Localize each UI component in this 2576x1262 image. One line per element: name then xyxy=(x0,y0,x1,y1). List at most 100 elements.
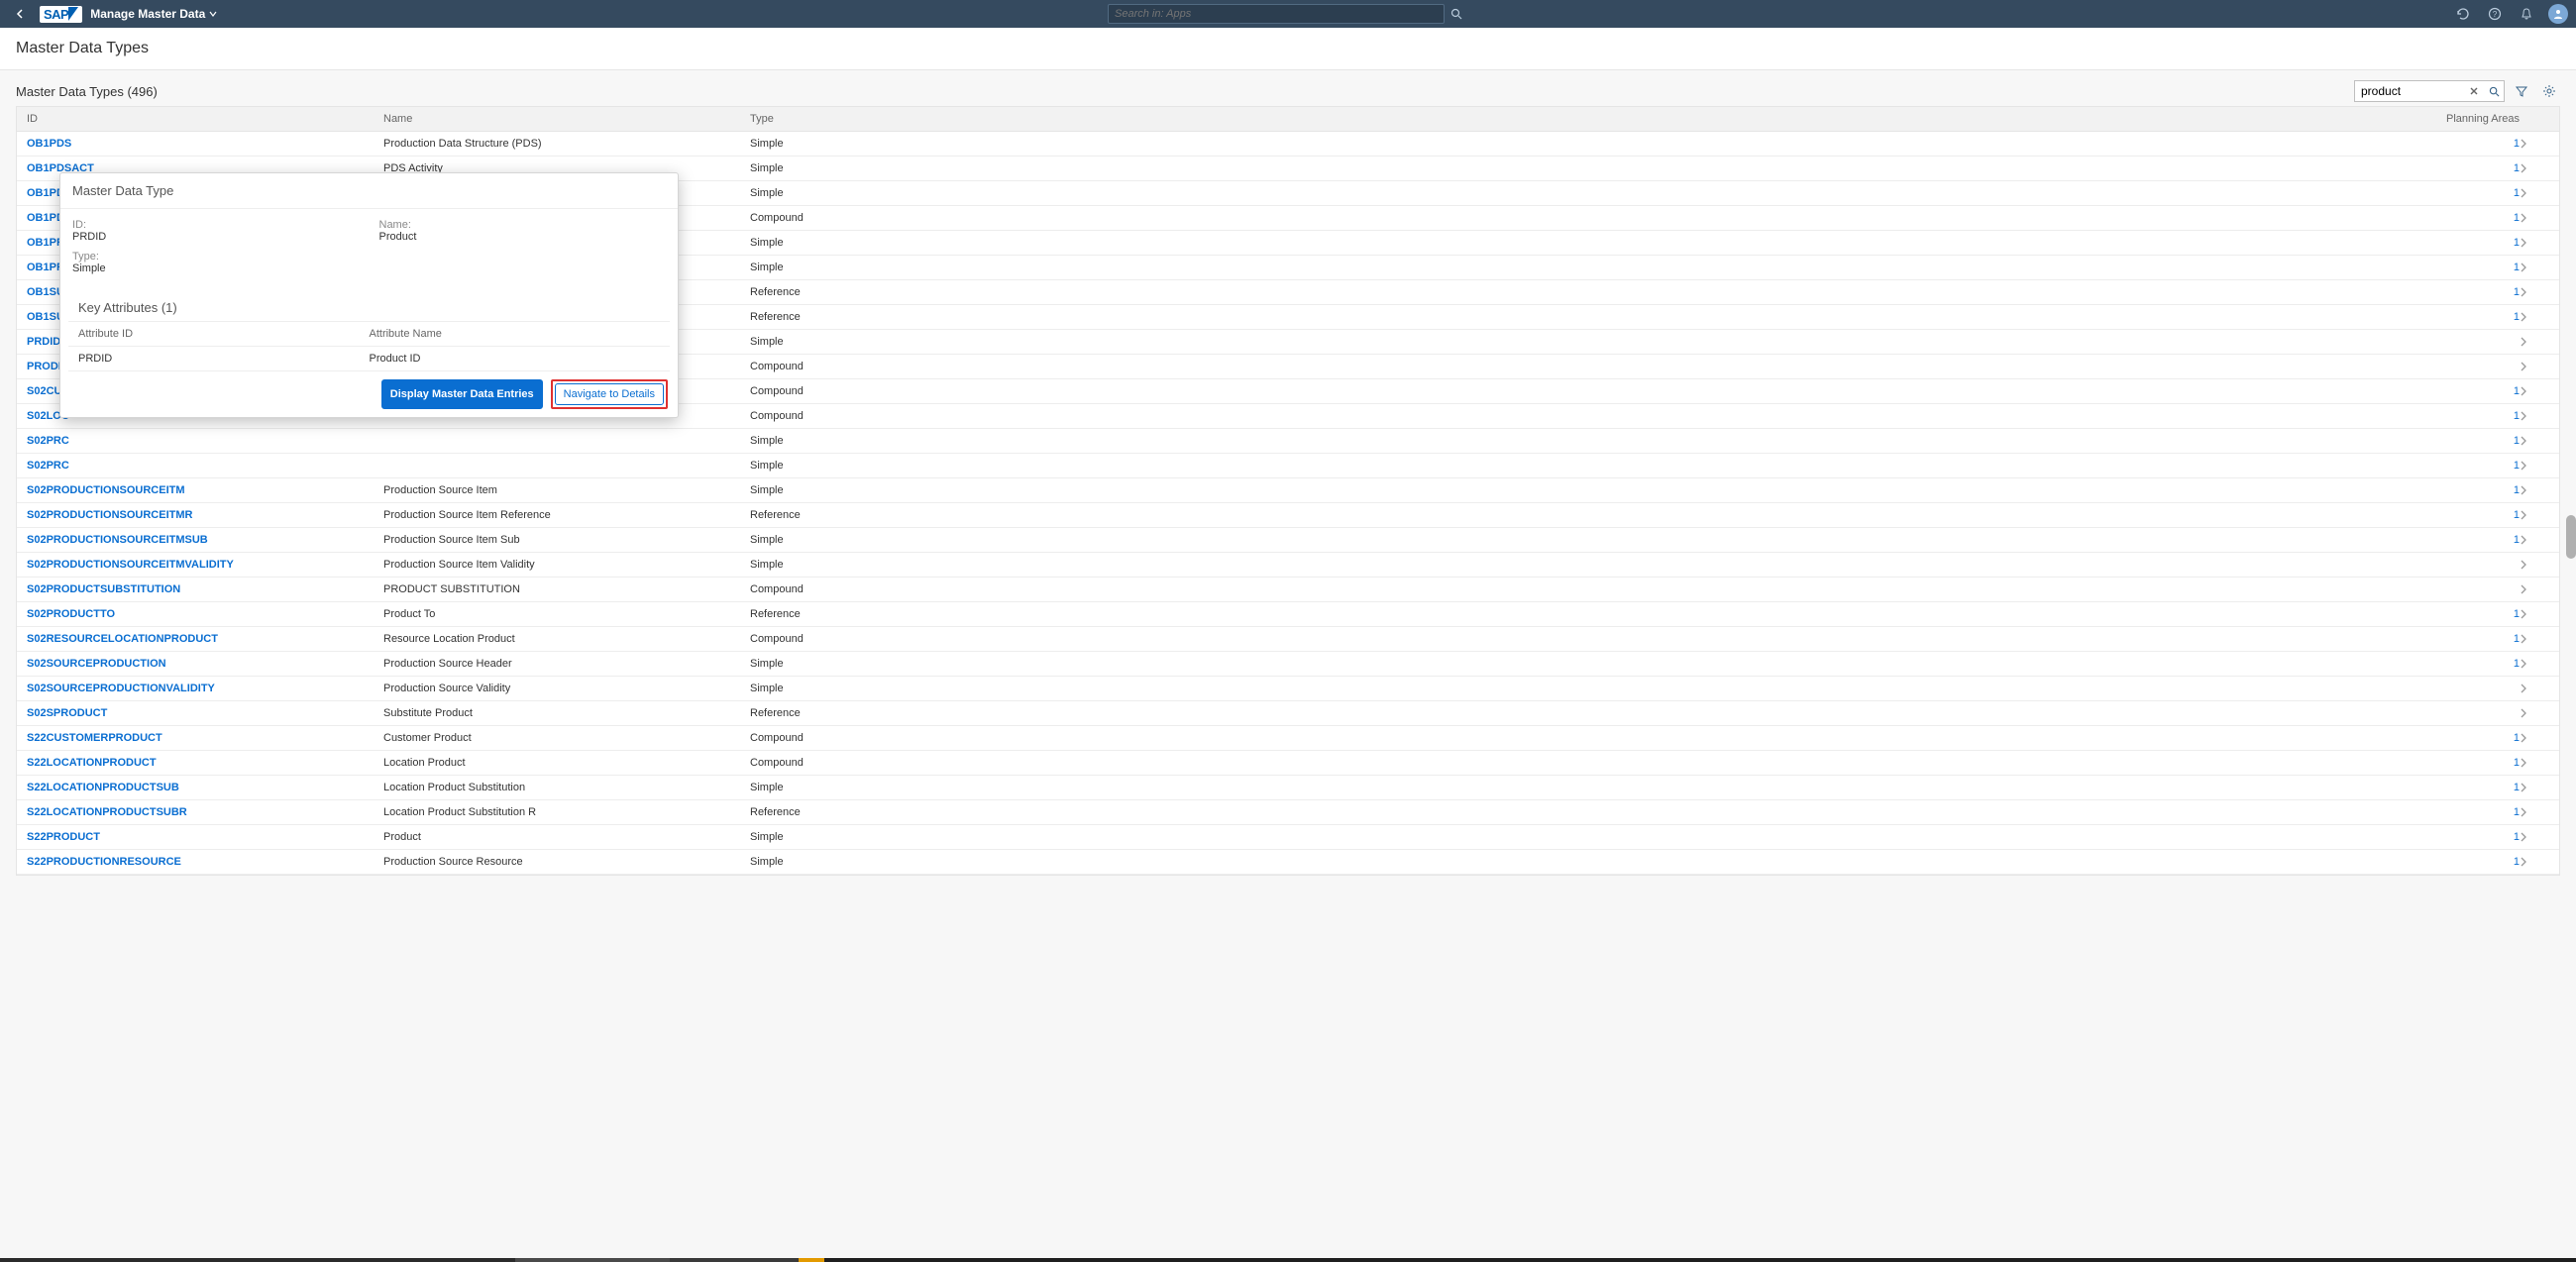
row-planning-areas: 1 xyxy=(2430,782,2520,793)
chevron-right-icon xyxy=(2520,832,2527,842)
col-type[interactable]: Type xyxy=(750,113,2430,125)
row-nav-button[interactable] xyxy=(2520,386,2549,396)
global-search-button[interactable] xyxy=(1445,4,1468,24)
row-id-link[interactable]: S02PRODUCTIONSOURCEITMSUB xyxy=(27,534,383,546)
row-nav-button[interactable] xyxy=(2520,188,2549,198)
row-id-link[interactable]: S02SOURCEPRODUCTIONVALIDITY xyxy=(27,683,383,694)
row-nav-button[interactable] xyxy=(2520,857,2549,867)
table-search-input[interactable] xyxy=(2355,84,2464,98)
back-button[interactable] xyxy=(8,2,32,26)
filter-button[interactable] xyxy=(2511,80,2532,102)
scrollbar-thumb[interactable] xyxy=(2566,515,2576,559)
row-nav-button[interactable] xyxy=(2520,163,2549,173)
row-id-link[interactable]: S02RESOURCELOCATIONPRODUCT xyxy=(27,633,383,645)
table-row[interactable]: S02PRODUCTIONSOURCEITMR Production Sourc… xyxy=(17,503,2559,528)
table-row[interactable]: S02PRC Simple 1 xyxy=(17,429,2559,454)
row-nav-button[interactable] xyxy=(2520,684,2549,693)
row-id-link[interactable]: S22CUSTOMERPRODUCT xyxy=(27,732,383,744)
row-name: Production Source Item Sub xyxy=(383,534,750,546)
display-entries-button[interactable]: Display Master Data Entries xyxy=(381,379,543,409)
row-nav-button[interactable] xyxy=(2520,510,2549,520)
row-id-link[interactable]: OB1PDS xyxy=(27,138,383,150)
row-id-link[interactable]: S02SOURCEPRODUCTION xyxy=(27,658,383,670)
row-nav-button[interactable] xyxy=(2520,263,2549,272)
chevron-right-icon xyxy=(2520,758,2527,768)
row-nav-button[interactable] xyxy=(2520,832,2549,842)
row-type: Reference xyxy=(750,806,2430,818)
row-nav-button[interactable] xyxy=(2520,708,2549,718)
table-row[interactable]: S22LOCATIONPRODUCT Location Product Comp… xyxy=(17,751,2559,776)
row-id-link[interactable]: S02PRODUCTSUBSTITUTION xyxy=(27,583,383,595)
row-nav-button[interactable] xyxy=(2520,461,2549,471)
table-row[interactable]: S02PRC Simple 1 xyxy=(17,454,2559,478)
row-nav-button[interactable] xyxy=(2520,807,2549,817)
search-go-button[interactable] xyxy=(2484,81,2504,101)
navigate-details-button[interactable]: Navigate to Details xyxy=(555,383,664,405)
row-nav-button[interactable] xyxy=(2520,238,2549,248)
app-title-dropdown[interactable]: Manage Master Data xyxy=(90,7,217,21)
chevron-right-icon xyxy=(2520,386,2527,396)
row-nav-button[interactable] xyxy=(2520,485,2549,495)
row-id-link[interactable]: S22LOCATIONPRODUCTSUBR xyxy=(27,806,383,818)
row-nav-button[interactable] xyxy=(2520,758,2549,768)
row-nav-button[interactable] xyxy=(2520,535,2549,545)
row-id-link[interactable]: S22PRODUCTIONRESOURCE xyxy=(27,856,383,868)
row-id-link[interactable]: S02PRODUCTTO xyxy=(27,608,383,620)
row-nav-button[interactable] xyxy=(2520,362,2549,371)
row-nav-button[interactable] xyxy=(2520,634,2549,644)
refresh-button[interactable] xyxy=(2453,4,2473,24)
table-row[interactable]: S02RESOURCELOCATIONPRODUCT Resource Loca… xyxy=(17,627,2559,652)
sap-logo[interactable]: SAP xyxy=(40,6,82,23)
row-nav-button[interactable] xyxy=(2520,411,2549,421)
row-id-link[interactable]: S02PRODUCTIONSOURCEITMR xyxy=(27,509,383,521)
table-row[interactable]: S02PRODUCTTO Product To Reference 1 xyxy=(17,602,2559,627)
row-nav-button[interactable] xyxy=(2520,337,2549,347)
row-nav-button[interactable] xyxy=(2520,659,2549,669)
table-row[interactable]: OB1PDS Production Data Structure (PDS) S… xyxy=(17,132,2559,157)
clear-search-button[interactable] xyxy=(2464,81,2484,101)
table-row[interactable]: S22CUSTOMERPRODUCT Customer Product Comp… xyxy=(17,726,2559,751)
row-nav-button[interactable] xyxy=(2520,560,2549,570)
col-pa[interactable]: Planning Areas xyxy=(2430,113,2520,125)
table-row[interactable]: S02SOURCEPRODUCTIONVALIDITY Production S… xyxy=(17,677,2559,701)
col-name[interactable]: Name xyxy=(383,113,750,125)
row-id-link[interactable]: S22PRODUCT xyxy=(27,831,383,843)
table-search xyxy=(2354,80,2505,102)
row-type: Simple xyxy=(750,187,2430,199)
row-id-link[interactable]: S02PRC xyxy=(27,435,383,447)
table-row[interactable]: S02PRODUCTIONSOURCEITM Production Source… xyxy=(17,478,2559,503)
row-nav-button[interactable] xyxy=(2520,609,2549,619)
table-row[interactable]: S22LOCATIONPRODUCTSUBR Location Product … xyxy=(17,800,2559,825)
row-nav-button[interactable] xyxy=(2520,733,2549,743)
user-avatar[interactable] xyxy=(2548,4,2568,24)
row-nav-button[interactable] xyxy=(2520,213,2549,223)
notifications-button[interactable] xyxy=(2517,4,2536,24)
table-row[interactable]: S02SOURCEPRODUCTION Production Source He… xyxy=(17,652,2559,677)
row-id-link[interactable]: S02PRODUCTIONSOURCEITMVALIDITY xyxy=(27,559,383,571)
row-id-link[interactable]: S22LOCATIONPRODUCTSUB xyxy=(27,782,383,793)
row-id-link[interactable]: S22LOCATIONPRODUCT xyxy=(27,757,383,769)
table-row[interactable]: S22LOCATIONPRODUCTSUB Location Product S… xyxy=(17,776,2559,800)
table-row[interactable]: S22PRODUCTIONRESOURCE Production Source … xyxy=(17,850,2559,875)
row-nav-button[interactable] xyxy=(2520,287,2549,297)
row-id-link[interactable]: S02PRC xyxy=(27,460,383,472)
table-row[interactable]: S22PRODUCT Product Simple 1 xyxy=(17,825,2559,850)
row-nav-button[interactable] xyxy=(2520,584,2549,594)
table-row[interactable]: S02PRODUCTIONSOURCEITMVALIDITY Productio… xyxy=(17,553,2559,578)
help-icon: ? xyxy=(2488,7,2502,21)
help-button[interactable]: ? xyxy=(2485,4,2505,24)
table-row[interactable]: S02PRODUCTSUBSTITUTION PRODUCT SUBSTITUT… xyxy=(17,578,2559,602)
close-icon xyxy=(2469,86,2479,96)
row-nav-button[interactable] xyxy=(2520,436,2549,446)
global-search-input[interactable] xyxy=(1108,4,1445,24)
row-id-link[interactable]: S02SPRODUCT xyxy=(27,707,383,719)
col-id[interactable]: ID xyxy=(27,113,383,125)
table-row[interactable]: S02SPRODUCT Substitute Product Reference xyxy=(17,701,2559,726)
settings-button[interactable] xyxy=(2538,80,2560,102)
row-nav-button[interactable] xyxy=(2520,139,2549,149)
row-nav-button[interactable] xyxy=(2520,783,2549,792)
row-nav-button[interactable] xyxy=(2520,312,2549,322)
chevron-right-icon xyxy=(2520,213,2527,223)
row-id-link[interactable]: S02PRODUCTIONSOURCEITM xyxy=(27,484,383,496)
table-row[interactable]: S02PRODUCTIONSOURCEITMSUB Production Sou… xyxy=(17,528,2559,553)
